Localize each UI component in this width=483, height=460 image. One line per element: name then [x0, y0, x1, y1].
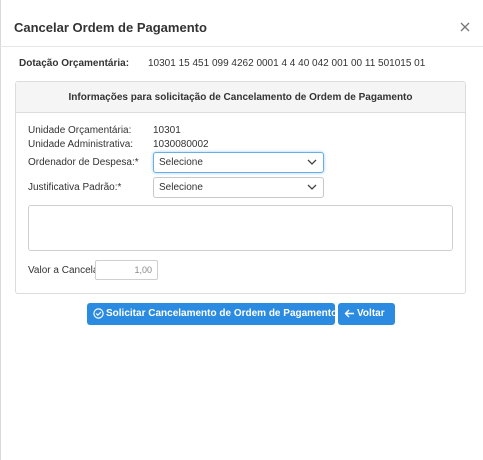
cancel-payment-order-modal: Cancelar Ordem de Pagamento Dotação Orça… — [0, 0, 483, 460]
solicitar-cancelamento-button[interactable]: Solicitar Cancelamento de Ordem de Pagam… — [87, 303, 338, 325]
valor-cancelar-label: Valor a Cancelar — [28, 265, 102, 276]
modal-title: Cancelar Ordem de Pagamento — [14, 20, 207, 35]
unidade-orcamentaria-label: Unidade Orçamentária: — [28, 125, 132, 136]
unidade-administrativa-label: Unidade Administrativa: — [28, 139, 134, 150]
dotacao-value: 10301 15 451 099 4262 0001 4 4 40 042 00… — [148, 58, 426, 69]
ordenador-select[interactable]: Selecione — [153, 152, 324, 173]
unidade-orcamentaria-value: 10301 — [153, 125, 181, 136]
justificativa-textarea[interactable] — [28, 205, 453, 251]
required-marker: * — [134, 157, 139, 168]
voltar-button-label: Voltar — [357, 308, 385, 319]
ordenador-selected-value: Selecione — [159, 157, 203, 168]
close-icon[interactable] — [459, 21, 471, 33]
chevron-down-icon — [307, 184, 317, 190]
ordenador-label: Ordenador de Despesa:* — [28, 157, 139, 168]
solicitar-button-label: Solicitar Cancelamento de Ordem de Pagam… — [106, 308, 338, 319]
voltar-button[interactable]: Voltar — [338, 303, 395, 325]
justificativa-label-text: Justificativa Padrão: — [28, 182, 118, 193]
justificativa-select[interactable]: Selecione — [153, 177, 324, 198]
justificativa-label: Justificativa Padrão:* — [28, 182, 121, 193]
arrow-left-icon — [344, 309, 354, 318]
panel-header: Informações para solicitação de Cancelam… — [16, 82, 465, 113]
panel-title: Informações para solicitação de Cancelam… — [68, 92, 413, 103]
dotacao-label: Dotação Orçamentária: — [19, 58, 130, 69]
header-divider — [0, 46, 483, 47]
check-circle-icon — [93, 308, 104, 319]
required-marker: * — [117, 182, 122, 193]
unidade-administrativa-value: 1030080002 — [153, 139, 209, 150]
modal-edge — [0, 0, 1, 460]
justificativa-selected-value: Selecione — [159, 182, 203, 193]
ordenador-label-text: Ordenador de Despesa: — [28, 157, 135, 168]
valor-cancelar-input[interactable]: 1,00 — [95, 260, 158, 280]
chevron-down-icon — [307, 159, 317, 165]
